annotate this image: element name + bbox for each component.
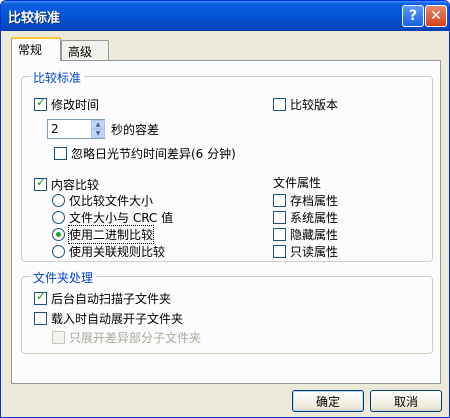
help-icon: ? [408, 8, 418, 24]
attr-hidden-checkbox[interactable]: 隐藏属性 [273, 226, 338, 243]
tab-panel-general: 比较标准 修改时间 2 ▲ ▼ 秒的容差 忽略日光节约时间差异(6 分钟) 比较… [11, 60, 441, 384]
radio-rules[interactable]: 使用关联规则比较 [52, 243, 165, 260]
file-attrs-title: 文件属性 [273, 176, 322, 190]
checkbox-box [34, 289, 47, 305]
attr-readonly-label: 只读属性 [290, 245, 339, 259]
tolerance-value: 2 [51, 122, 59, 136]
compare-version-label: 比较版本 [290, 98, 339, 112]
modify-time-checkbox[interactable]: 修改时间 [34, 95, 100, 113]
title-bar[interactable]: 比较标准 ? ✕ [1, 1, 449, 31]
auto-expand-checkbox[interactable]: 载入时自动展开子文件夹 [34, 310, 183, 327]
compare-version-checkbox[interactable]: 比较版本 [273, 96, 338, 113]
spin-up-icon[interactable]: ▲ [91, 120, 105, 129]
close-icon: ✕ [430, 8, 442, 24]
expand-diff-label: 只展开差异部分子文件夹 [69, 331, 202, 345]
radio-circle [52, 245, 65, 258]
ok-button[interactable]: 确定 [292, 390, 364, 412]
tolerance-unit-label: 秒的容差 [111, 123, 160, 137]
checkbox-box [34, 95, 47, 111]
modify-time-label: 修改时间 [51, 98, 100, 112]
tolerance-spinner[interactable]: 2 ▲ ▼ [47, 119, 105, 139]
checkbox-box [273, 98, 286, 111]
checkbox-box [273, 194, 286, 207]
radio-circle [52, 211, 65, 224]
content-compare-checkbox[interactable]: 内容比较 [34, 175, 100, 193]
auto-scan-label: 后台自动扫描子文件夹 [51, 292, 172, 306]
ignore-dst-label: 忽略日光节约时间差异(6 分钟) [71, 147, 236, 161]
tab-advanced[interactable]: 高级 [61, 40, 109, 60]
dialog-window: 比较标准 ? ✕ 常规 高级 比较标准 修改时间 2 ▲ ▼ 秒的容差 忽略日光… [0, 0, 450, 418]
radio-rules-label: 使用关联规则比较 [69, 245, 166, 259]
radio-size-crc-label: 文件大小与 CRC 值 [69, 211, 174, 225]
ignore-dst-checkbox[interactable]: 忽略日光节约时间差异(6 分钟) [54, 145, 236, 162]
attr-system-label: 系统属性 [290, 211, 339, 225]
radio-binary[interactable]: 使用二进制比较 [52, 225, 155, 244]
checkbox-box [54, 147, 67, 160]
tab-general[interactable]: 常规 [11, 37, 61, 61]
window-title: 比较标准 [8, 11, 61, 26]
expand-diff-checkbox[interactable]: 只展开差异部分子文件夹 [52, 329, 201, 346]
spin-down-icon[interactable]: ▼ [91, 129, 105, 138]
checkbox-box [34, 175, 47, 191]
auto-scan-checkbox[interactable]: 后台自动扫描子文件夹 [34, 289, 172, 307]
attr-archive-checkbox[interactable]: 存档属性 [273, 192, 338, 209]
checkbox-box [34, 312, 47, 325]
compare-group-title: 比较标准 [30, 69, 85, 86]
radio-circle [52, 194, 65, 207]
folder-group-title: 文件夹处理 [30, 269, 97, 286]
radio-circle [52, 228, 65, 241]
close-button[interactable]: ✕ [425, 5, 447, 27]
attr-readonly-checkbox[interactable]: 只读属性 [273, 243, 338, 260]
checkbox-box [273, 211, 286, 224]
help-button[interactable]: ? [402, 5, 424, 27]
checkbox-box [52, 331, 65, 344]
radio-size-only-label: 仅比较文件大小 [69, 194, 154, 208]
checkbox-box [273, 228, 286, 241]
auto-expand-label: 载入时自动展开子文件夹 [51, 312, 184, 326]
folder-handling-group: 文件夹处理 后台自动扫描子文件夹 载入时自动展开子文件夹 只展开差异部分子文件夹 [21, 269, 433, 354]
attr-system-checkbox[interactable]: 系统属性 [273, 209, 338, 226]
compare-criteria-group: 比较标准 修改时间 2 ▲ ▼ 秒的容差 忽略日光节约时间差异(6 分钟) 比较… [21, 69, 433, 262]
content-compare-label: 内容比较 [51, 178, 100, 192]
radio-size-only[interactable]: 仅比较文件大小 [52, 192, 153, 209]
attr-archive-label: 存档属性 [290, 194, 339, 208]
radio-binary-label: 使用二进制比较 [67, 225, 155, 244]
attr-hidden-label: 隐藏属性 [290, 228, 339, 242]
checkbox-box [273, 245, 286, 258]
radio-size-crc[interactable]: 文件大小与 CRC 值 [52, 209, 173, 226]
cancel-button[interactable]: 取消 [370, 390, 442, 412]
